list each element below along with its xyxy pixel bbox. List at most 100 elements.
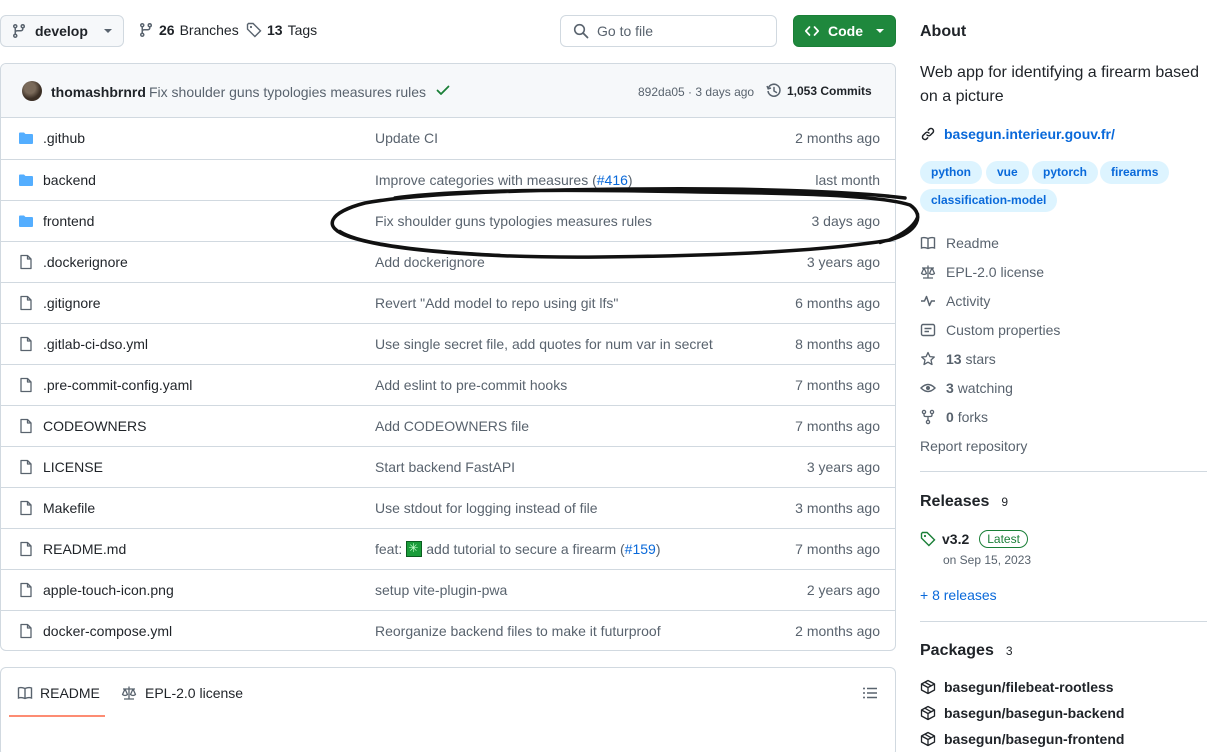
table-row[interactable]: backend Improve categories with measures …	[1, 159, 895, 200]
table-row[interactable]: README.md feat: add tutorial to secure a f…	[1, 528, 895, 569]
more-releases-link[interactable]: + 8 releases	[920, 587, 997, 603]
about-heading: About	[920, 23, 967, 40]
commit-message-text[interactable]: add tutorial to secure a firearm (	[426, 541, 624, 557]
commit-message-text[interactable]: setup vite-plugin-pwa	[375, 582, 507, 598]
tab-license[interactable]: EPL-2.0 license	[121, 685, 243, 701]
commit-message-text[interactable]: Add CODEOWNERS file	[375, 418, 529, 434]
commit-message-text[interactable]: Revert "Add model to repo using git lfs"	[375, 295, 618, 311]
file-name-link[interactable]: apple-touch-icon.png	[43, 582, 174, 598]
sidebar-readme-link[interactable]: Readme	[920, 235, 999, 251]
package-name: basegun/filebeat-rootless	[944, 679, 1114, 695]
code-icon	[804, 26, 820, 36]
commit-hash-time[interactable]: 892da05 · 3 days ago	[638, 85, 754, 99]
topic-pytorch[interactable]: pytorch	[1032, 161, 1099, 184]
file-name-link[interactable]: .pre-commit-config.yaml	[43, 377, 192, 393]
package-item[interactable]: basegun/basegun-backend	[920, 705, 1124, 721]
tab-readme[interactable]: README	[17, 685, 100, 701]
table-row[interactable]: .github Update CI 2 months ago	[1, 118, 895, 159]
commit-message-text[interactable]: Add eslint to pre-commit hooks	[375, 377, 567, 393]
file-icon	[20, 418, 32, 434]
latest-badge: Latest	[979, 530, 1028, 548]
homepage-link[interactable]: basegun.interieur.gouv.fr/	[920, 126, 1115, 142]
file-name-link[interactable]: .gitlab-ci-dso.yml	[43, 336, 148, 352]
table-row[interactable]: CODEOWNERS Add CODEOWNERS file 7 months ag…	[1, 405, 895, 446]
packages-title: Packages	[920, 642, 994, 659]
topic-python[interactable]: python	[920, 161, 982, 184]
folder-icon	[19, 132, 33, 144]
file-name-link[interactable]: .dockerignore	[43, 254, 128, 270]
table-row[interactable]: .dockerignore Add dockerignore 3 years ago	[1, 241, 895, 282]
branches-link[interactable]: 26 Branches	[138, 22, 239, 38]
commit-author[interactable]: thomashbrnrd	[51, 84, 146, 100]
last-commit-time: 3 years ago	[806, 459, 880, 475]
last-commit-time: 7 months ago	[795, 377, 880, 393]
last-commit-time: 2 months ago	[795, 130, 880, 146]
table-row[interactable]: LICENSE Start backend FastAPI 3 years ago	[1, 446, 895, 487]
topic-firearms[interactable]: firearms	[1100, 161, 1170, 184]
package-name: basegun/basegun-frontend	[944, 731, 1125, 747]
list-unordered-icon[interactable]	[862, 685, 878, 701]
sidebar-watching-link[interactable]: 3 watching	[920, 380, 1013, 396]
divider	[920, 621, 1207, 622]
table-row[interactable]: frontend Fix shoulder guns typologies mea…	[1, 200, 895, 241]
report-repository-link[interactable]: Report repository	[920, 438, 1027, 454]
commit-message-text[interactable]: Start backend FastAPI	[375, 459, 515, 475]
sidebar-custom-properties-link[interactable]: Custom properties	[920, 322, 1060, 338]
file-icon	[20, 582, 32, 598]
commits-history-link[interactable]: 1,053 Commits	[766, 83, 872, 99]
sidebar-stars-link[interactable]: 13 stars	[920, 351, 996, 367]
commit-message-text[interactable]: Use single secret file, add quotes for n…	[375, 336, 713, 352]
topic-vue[interactable]: vue	[986, 161, 1029, 184]
file-name-link[interactable]: CODEOWNERS	[43, 418, 146, 434]
package-item[interactable]: basegun/filebeat-rootless	[920, 679, 1114, 695]
topic-classification-model[interactable]: classification-model	[920, 189, 1058, 212]
go-to-file-input[interactable]: Go to file	[560, 15, 777, 47]
table-row[interactable]: apple-touch-icon.png setup vite-plugin-pw…	[1, 569, 895, 610]
caret-down-icon	[876, 29, 884, 33]
pull-request-link[interactable]: #159	[625, 541, 656, 557]
table-row[interactable]: Makefile Use stdout for logging instead o…	[1, 487, 895, 528]
packages-heading[interactable]: Packages 3	[920, 642, 1017, 660]
file-name-link[interactable]: Makefile	[43, 500, 95, 516]
commit-message-text[interactable]: Reorganize backend files to make it futu…	[375, 623, 661, 639]
tags-link[interactable]: 13 Tags	[246, 22, 317, 38]
sidebar-forks-link[interactable]: 0 forks	[920, 409, 988, 425]
file-name-link[interactable]: backend	[43, 172, 96, 188]
branch-select-button[interactable]: develop	[0, 15, 124, 47]
latest-release[interactable]: v3.2 Latest	[920, 530, 1028, 548]
releases-heading[interactable]: Releases 9	[920, 493, 1012, 511]
commit-message-text[interactable]: Use stdout for logging instead of file	[375, 500, 598, 516]
commit-message-text[interactable]: Fix shoulder guns typologies measures ru…	[375, 213, 652, 229]
pull-request-link[interactable]: #416	[597, 172, 628, 188]
file-name-link[interactable]: .gitignore	[43, 295, 101, 311]
tab-license-label: EPL-2.0 license	[145, 685, 244, 701]
file-name-link[interactable]: README.md	[43, 541, 126, 557]
check-icon[interactable]	[435, 82, 451, 98]
avatar[interactable]	[22, 81, 42, 101]
table-row[interactable]: .gitignore Revert "Add model to repo usin…	[1, 282, 895, 323]
commit-message-text[interactable]: Update CI	[375, 130, 438, 146]
tag-icon	[920, 531, 936, 547]
commit-message[interactable]: Fix shoulder guns typologies measures ru…	[149, 84, 426, 100]
sidebar-activity-link[interactable]: Activity	[920, 293, 990, 309]
file-name-link[interactable]: LICENSE	[43, 459, 103, 475]
commit-message-text[interactable]: feat:	[375, 541, 402, 557]
homepage-link-text: basegun.interieur.gouv.fr/	[944, 126, 1115, 142]
table-row[interactable]: .gitlab-ci-dso.yml Use single secret file…	[1, 323, 895, 364]
table-row[interactable]: .pre-commit-config.yaml Add eslint to pre…	[1, 364, 895, 405]
code-button[interactable]: Code	[793, 15, 896, 47]
file-name-link[interactable]: .github	[43, 130, 85, 146]
last-commit-time: 7 months ago	[795, 418, 880, 434]
table-row[interactable]: docker-compose.yml Reorganize backend fil…	[1, 610, 895, 650]
star-icon	[921, 351, 935, 366]
file-name-link[interactable]: frontend	[43, 213, 94, 229]
book-icon	[17, 686, 33, 700]
releases-title: Releases	[920, 493, 990, 510]
sidebar-license-link[interactable]: EPL-2.0 license	[920, 264, 1044, 280]
package-item[interactable]: basegun/basegun-frontend	[920, 731, 1124, 747]
commit-message-text[interactable]: Improve categories with measures (	[375, 172, 597, 188]
commit-message-text[interactable]: Add dockerignore	[375, 254, 485, 270]
git-branch-icon	[139, 23, 152, 38]
file-name-link[interactable]: docker-compose.yml	[43, 623, 172, 639]
file-icon	[20, 254, 32, 270]
